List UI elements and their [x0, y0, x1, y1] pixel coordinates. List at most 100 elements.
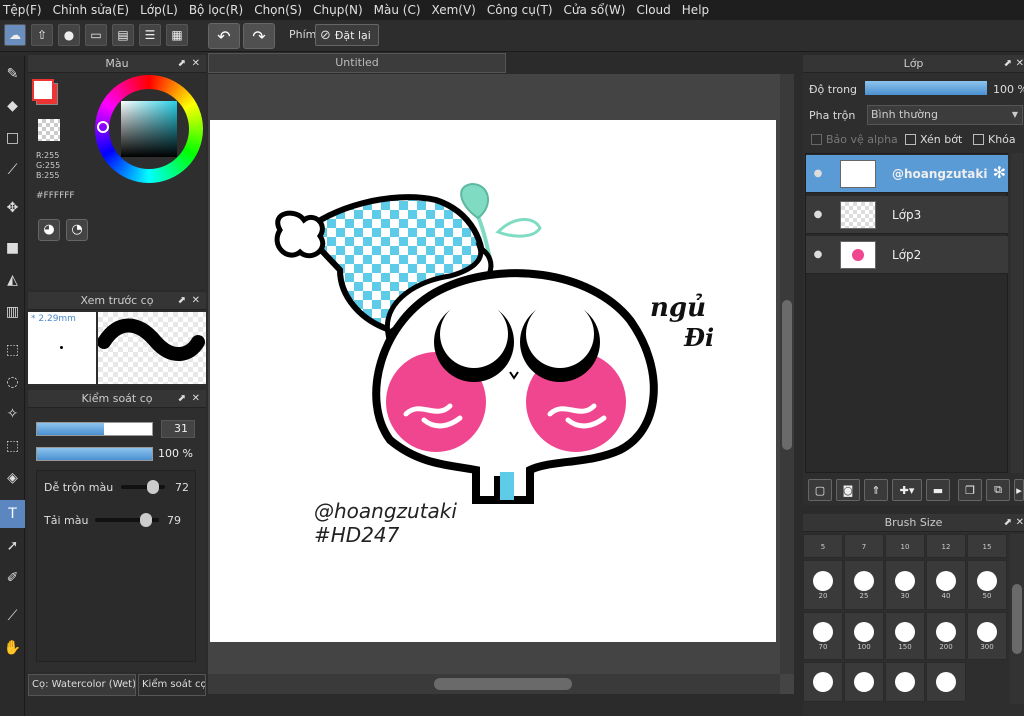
expand-icon[interactable]: ⬈ — [178, 390, 186, 408]
menu-window[interactable]: Cửa sổ(W) — [561, 3, 634, 17]
reset-button[interactable]: ⊘ Đặt lại — [315, 24, 379, 46]
line-tool-icon[interactable]: ⟋ — [0, 156, 25, 184]
more-icon[interactable]: ▸ — [1014, 479, 1024, 501]
eye-icon[interactable]: ● — [806, 168, 830, 179]
tab-brush-control[interactable]: Kiểm soát cọ — [138, 674, 206, 696]
bucket-tool-icon[interactable]: ◭ — [0, 266, 25, 294]
layer-opacity-slider[interactable] — [865, 81, 987, 95]
merge-layer-icon[interactable]: ⧉ — [986, 479, 1010, 501]
foreground-color-swatch[interactable] — [32, 79, 54, 101]
brush-size-30[interactable]: 30 — [885, 560, 925, 610]
mix-slider-handle[interactable] — [146, 480, 159, 494]
grid-icon[interactable]: ▦ — [166, 24, 188, 46]
select-eraser-icon[interactable]: ◈ — [0, 464, 25, 492]
brush-size-7[interactable]: 7 — [844, 534, 884, 558]
brush-size-cell[interactable] — [844, 662, 884, 702]
expand-icon[interactable]: ⬈ — [178, 55, 186, 73]
expand-icon[interactable]: ⬈ — [1004, 514, 1012, 532]
layer-row-lop2[interactable]: ● Lớp2 — [806, 236, 1008, 274]
brush-size-300[interactable]: 300 — [967, 612, 1007, 660]
close-icon[interactable]: ✕ — [192, 390, 200, 408]
close-icon[interactable]: ✕ — [1016, 55, 1024, 73]
brush-size-5[interactable]: 5 — [803, 534, 843, 558]
menu-cloud[interactable]: Cloud — [634, 3, 679, 17]
list-icon[interactable]: ☰ — [139, 24, 161, 46]
gradient-tool-icon[interactable]: ▥ — [0, 298, 25, 326]
canvas-viewport[interactable]: @hoangzutaki #HD247 ngủ Đi — [208, 74, 794, 694]
eraser-tool-icon[interactable]: ◆ — [0, 92, 25, 120]
menu-color[interactable]: Màu (C) — [371, 3, 429, 17]
hand-tool-icon[interactable]: ✋ — [0, 634, 25, 662]
brush-size-200[interactable]: 200 — [926, 612, 966, 660]
brush-size-15[interactable]: 15 — [967, 534, 1007, 558]
new-layer-icon[interactable]: ▢ — [808, 479, 832, 501]
rect-tool-icon[interactable]: □ — [0, 124, 25, 152]
blend-mode-select[interactable]: Bình thường ▼ — [867, 105, 1023, 125]
vertical-scrollbar[interactable] — [780, 74, 794, 674]
brush-tool-icon[interactable]: ✎ — [0, 60, 25, 88]
lasso-icon[interactable]: ◌ — [0, 368, 25, 396]
layer-row-hoangzutaki[interactable]: ● @hoangzutaki ✻ — [806, 155, 1008, 193]
close-icon[interactable]: ✕ — [1016, 514, 1024, 532]
load-slider-handle[interactable] — [139, 513, 152, 527]
brush-size-10[interactable]: 10 — [885, 534, 925, 558]
eye-icon[interactable]: ● — [806, 249, 830, 260]
hue-handle[interactable] — [97, 121, 109, 133]
brush-size-50[interactable]: 50 — [967, 560, 1007, 610]
gear-icon[interactable]: ✻ — [993, 163, 1006, 182]
menu-tools[interactable]: Công cụ(T) — [484, 3, 561, 17]
brush-size-150[interactable]: 150 — [885, 612, 925, 660]
new-halftone-layer-icon[interactable]: ◙ — [836, 479, 860, 501]
brush-size-scrollbar[interactable] — [1010, 534, 1024, 704]
cloud-icon[interactable]: ☁ — [4, 24, 26, 46]
brush-size-12[interactable]: 12 — [926, 534, 966, 558]
layer-list-scrollbar[interactable] — [1011, 153, 1023, 473]
load-slider[interactable] — [95, 513, 159, 527]
palette-icon[interactable]: ◕ — [38, 219, 60, 241]
add-layer-menu-icon[interactable]: ✚▾ — [892, 479, 922, 501]
brush-size-25[interactable]: 25 — [844, 560, 884, 610]
brush-size-scroll-thumb[interactable] — [1012, 584, 1022, 654]
close-icon[interactable]: ✕ — [192, 55, 200, 73]
hue-wheel[interactable] — [95, 75, 203, 183]
menu-help[interactable]: Help — [679, 3, 717, 17]
saturation-square[interactable] — [121, 101, 177, 157]
duplicate-layer-icon[interactable]: ❐ — [958, 479, 982, 501]
fill-rect-icon[interactable]: ■ — [0, 234, 25, 262]
drawing-canvas[interactable]: @hoangzutaki #HD247 ngủ Đi — [210, 120, 776, 642]
brush-size-value[interactable]: 31 — [161, 420, 195, 438]
comment-icon[interactable]: ● — [58, 24, 80, 46]
move-tool-icon[interactable]: ✥ — [0, 194, 25, 222]
menu-view[interactable]: Xem(V) — [429, 3, 484, 17]
select-rect-icon[interactable]: ⬚ — [0, 336, 25, 364]
close-icon[interactable]: ✕ — [192, 292, 200, 310]
protect-alpha-checkbox[interactable]: Bảo vệ alpha — [811, 133, 898, 146]
redo-button[interactable]: ↷ — [243, 23, 275, 49]
lock-checkbox[interactable]: Khóa — [973, 133, 1016, 146]
layer-row-lop3[interactable]: ● Lớp3 — [806, 196, 1008, 234]
brush-size-cell[interactable] — [926, 662, 966, 702]
message-icon[interactable]: ▭ — [85, 24, 107, 46]
document-icon[interactable]: ▤ — [112, 24, 134, 46]
color-set-icon[interactable]: ◔ — [66, 219, 88, 241]
brush-size-70[interactable]: 70 — [803, 612, 843, 660]
vertical-scroll-thumb[interactable] — [782, 300, 792, 450]
brush-size-100[interactable]: 100 — [844, 612, 884, 660]
expand-icon[interactable]: ⬈ — [178, 292, 186, 310]
canvas-tab[interactable]: Untitled — [208, 53, 506, 73]
brush-size-40[interactable]: 40 — [926, 560, 966, 610]
menu-capture[interactable]: Chụp(N) — [310, 3, 371, 17]
mix-slider[interactable] — [121, 480, 165, 494]
brush-opacity-slider[interactable] — [36, 447, 153, 461]
magic-wand-icon[interactable]: ✧ — [0, 400, 25, 428]
text-tool-icon[interactable]: T — [0, 500, 25, 528]
horizontal-scrollbar[interactable] — [208, 674, 780, 694]
brush-size-cell[interactable] — [885, 662, 925, 702]
tab-brush-watercolor[interactable]: Cọ: Watercolor (Wet) — [28, 674, 136, 696]
horizontal-scroll-thumb[interactable] — [434, 678, 572, 690]
transparent-swatch[interactable] — [38, 119, 60, 141]
menu-layer[interactable]: Lớp(L) — [137, 3, 186, 17]
clipping-checkbox[interactable]: Xén bớt — [905, 133, 962, 146]
folder-icon[interactable]: ▬ — [926, 479, 950, 501]
eyedropper-icon[interactable]: ⟋ — [0, 602, 25, 630]
